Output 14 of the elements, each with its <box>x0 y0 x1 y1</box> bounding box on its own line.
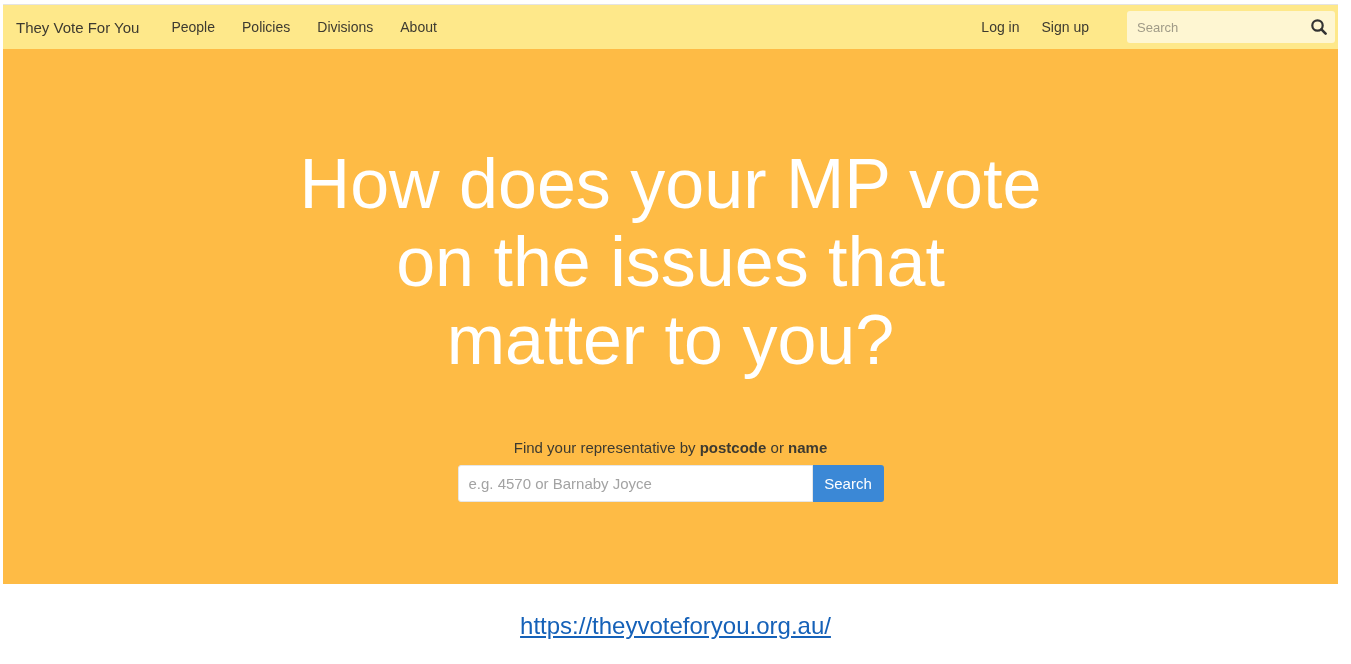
representative-search-field[interactable]: e.g. 4570 or Barnaby Joyce <box>457 465 813 502</box>
site-brand-link[interactable]: They Vote For You <box>16 18 140 36</box>
hero-heading: How does your MP vote on the issues that matter to you? <box>298 145 1043 379</box>
website-link[interactable]: https://theyvoteforyou.org.au/ <box>520 612 831 640</box>
nav-link[interactable]: About <box>400 19 437 35</box>
nav-link[interactable]: People <box>171 19 215 35</box>
account-link[interactable]: Sign up <box>1041 19 1089 35</box>
search-button[interactable]: Search <box>812 465 884 502</box>
account-link[interactable]: Log in <box>981 19 1020 35</box>
search-icon[interactable] <box>1311 19 1327 35</box>
search-prompt: Find your representative by postcode or name <box>513 439 828 456</box>
nav-link[interactable]: Divisions <box>317 19 374 35</box>
nav-search-field[interactable]: Search <box>1127 11 1335 43</box>
nav-link[interactable]: Policies <box>242 19 291 35</box>
